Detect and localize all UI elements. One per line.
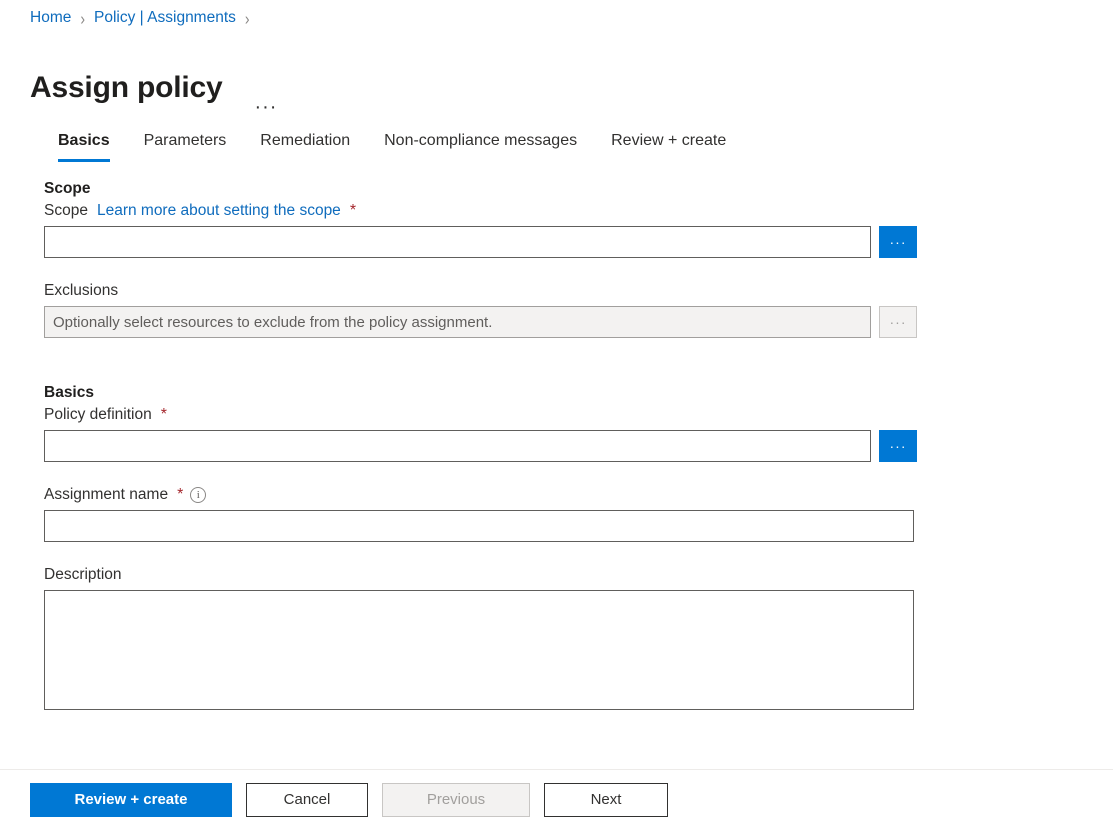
assignment-name-required-asterisk: * bbox=[177, 487, 183, 503]
assignment-name-input[interactable] bbox=[44, 510, 914, 542]
scope-section-heading: Scope bbox=[44, 180, 1113, 198]
policy-definition-input-row: ··· bbox=[44, 430, 1113, 462]
scope-input-row: ··· bbox=[44, 226, 1113, 258]
cancel-button[interactable]: Cancel bbox=[246, 783, 368, 817]
scope-field-label: Scope Learn more about setting the scope… bbox=[44, 202, 1113, 220]
breadcrumb: Home › Policy | Assignments › bbox=[30, 8, 250, 28]
policy-definition-field-label: Policy definition * bbox=[44, 406, 1113, 424]
assignment-name-label-text: Assignment name bbox=[44, 486, 168, 504]
assignment-name-input-row bbox=[44, 510, 1113, 542]
scope-label-text: Scope bbox=[44, 202, 88, 220]
basics-form: Scope Scope Learn more about setting the… bbox=[0, 180, 1113, 769]
exclusions-input bbox=[44, 306, 871, 338]
breadcrumb-item-home[interactable]: Home bbox=[30, 8, 71, 28]
breadcrumb-item-policy-assignments[interactable]: Policy | Assignments bbox=[94, 8, 236, 28]
description-label-text: Description bbox=[44, 566, 122, 584]
exclusions-field-label: Exclusions bbox=[44, 282, 1113, 300]
description-textarea[interactable] bbox=[44, 590, 914, 710]
more-options-icon[interactable]: ··· bbox=[248, 95, 283, 127]
tab-review-create[interactable]: Review + create bbox=[594, 128, 743, 162]
scope-picker-button[interactable]: ··· bbox=[879, 226, 917, 258]
wizard-footer: Review + create Cancel Previous Next bbox=[0, 769, 1113, 829]
breadcrumb-chevron-icon: › bbox=[245, 6, 250, 31]
exclusions-picker-button[interactable]: ··· bbox=[879, 306, 917, 338]
info-icon[interactable]: i bbox=[190, 487, 206, 503]
assignment-name-field-label: Assignment name * i bbox=[44, 486, 1113, 504]
scope-input[interactable] bbox=[44, 226, 871, 258]
description-field-label: Description bbox=[44, 566, 1113, 584]
scope-learn-more-link[interactable]: Learn more about setting the scope bbox=[97, 202, 341, 220]
policy-definition-input[interactable] bbox=[44, 430, 871, 462]
tab-remediation[interactable]: Remediation bbox=[243, 128, 367, 162]
breadcrumb-chevron-icon: › bbox=[80, 6, 85, 31]
tab-basics[interactable]: Basics bbox=[41, 128, 127, 162]
policy-definition-label-text: Policy definition bbox=[44, 406, 152, 424]
page-header: Assign policy ··· bbox=[30, 49, 283, 127]
assign-policy-blade: Home › Policy | Assignments › Assign pol… bbox=[0, 0, 1113, 829]
wizard-tabs: Basics Parameters Remediation Non-compli… bbox=[41, 128, 743, 162]
tab-parameters[interactable]: Parameters bbox=[127, 128, 244, 162]
scope-required-asterisk: * bbox=[350, 203, 356, 219]
page-title: Assign policy bbox=[30, 69, 222, 107]
tab-non-compliance-messages[interactable]: Non-compliance messages bbox=[367, 128, 594, 162]
policy-definition-picker-button[interactable]: ··· bbox=[879, 430, 917, 462]
exclusions-label-text: Exclusions bbox=[44, 282, 118, 300]
review-create-button[interactable]: Review + create bbox=[30, 783, 232, 817]
next-button[interactable]: Next bbox=[544, 783, 668, 817]
basics-section-heading: Basics bbox=[44, 384, 1113, 402]
exclusions-input-row: ··· bbox=[44, 306, 1113, 338]
previous-button: Previous bbox=[382, 783, 530, 817]
policy-definition-required-asterisk: * bbox=[161, 407, 167, 423]
